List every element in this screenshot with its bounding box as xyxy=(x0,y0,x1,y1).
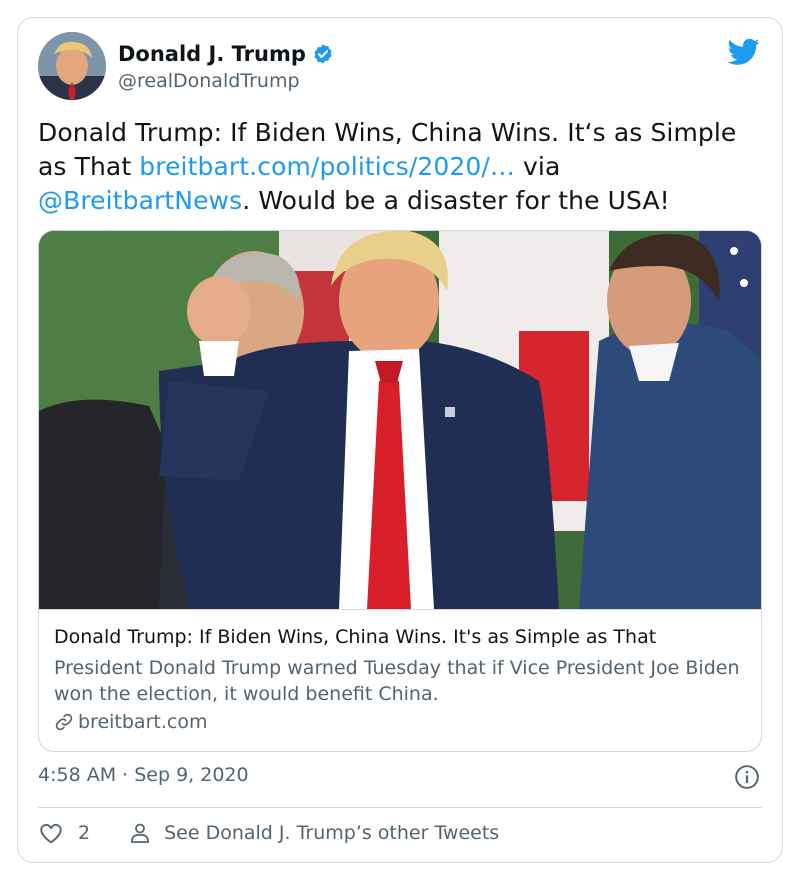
link-card-meta[interactable]: Donald Trump: If Biden Wins, China Wins.… xyxy=(39,609,761,751)
like-button[interactable]: 2 xyxy=(38,820,90,846)
tweet-link[interactable]: breitbart.com/politics/2020/… xyxy=(139,152,515,181)
author-handle[interactable]: @realDonaldTrump xyxy=(118,70,300,92)
avatar[interactable] xyxy=(38,32,106,100)
info-icon[interactable] xyxy=(734,764,760,790)
see-other-tweets-link[interactable]: See Donald J. Trump’s other Tweets xyxy=(128,821,499,845)
like-count: 2 xyxy=(78,822,91,844)
link-card-title[interactable]: Donald Trump: If Biden Wins, China Wins.… xyxy=(54,626,656,648)
tweet-card: Donald J. Trump @realDonaldTrump Donald … xyxy=(17,17,783,863)
link-card[interactable]: Donald Trump: If Biden Wins, China Wins.… xyxy=(38,230,762,752)
display-name[interactable]: Donald J. Trump xyxy=(118,42,306,66)
heart-icon xyxy=(40,823,62,844)
tweet-text-via: via xyxy=(514,152,561,181)
tweet-text-end: . Would be a disaster for the USA! xyxy=(242,186,670,215)
mention-link[interactable]: @BreitbartNews xyxy=(38,186,242,215)
link-card-domain: breitbart.com xyxy=(78,711,208,733)
author-name-row[interactable]: Donald J. Trump xyxy=(118,40,334,68)
link-icon xyxy=(55,713,73,731)
divider xyxy=(38,807,762,808)
link-card-domain-row[interactable]: breitbart.com xyxy=(54,711,207,733)
tweet-timestamp[interactable]: 4:58 AM · Sep 9, 2020 xyxy=(38,764,249,786)
person-icon xyxy=(131,823,149,843)
verified-badge-icon xyxy=(314,44,332,64)
tweet-text: Donald Trump: If Biden Wins, China Wins.… xyxy=(38,116,758,218)
twitter-bird-icon[interactable] xyxy=(728,38,760,66)
see-other-tweets-label: See Donald J. Trump’s other Tweets xyxy=(164,822,500,844)
link-card-description: President Donald Trump warned Tuesday th… xyxy=(54,657,740,705)
tweet-actions: 2 See Donald J. Trump’s other Tweets xyxy=(38,818,499,848)
avatar-image xyxy=(38,32,106,100)
link-card-photo[interactable] xyxy=(39,231,762,609)
